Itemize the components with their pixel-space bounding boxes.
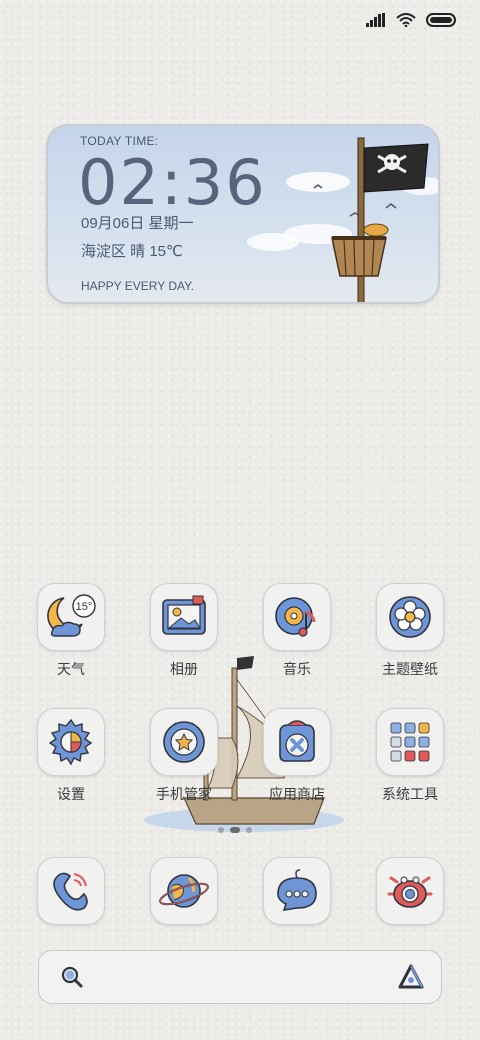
weather-temp: 15° <box>76 601 93 613</box>
page-dot[interactable] <box>246 827 252 833</box>
signal-icon <box>366 13 385 27</box>
status-bar <box>366 10 456 30</box>
app-tools-folder[interactable]: 系统工具 <box>355 708 465 804</box>
app-gallery[interactable]: 相册 <box>129 583 239 679</box>
app-label-store: 应用商店 <box>269 786 325 802</box>
app-label-settings: 设置 <box>57 786 85 802</box>
browser-icon[interactable] <box>150 857 218 925</box>
clock-widget[interactable]: TODAY TIME: 02:36 09月06日 星期一 海淀区 晴 15℃ H… <box>46 124 440 304</box>
settings-icon[interactable] <box>37 708 105 776</box>
dock-camera[interactable] <box>355 857 465 925</box>
widget-footer: HAPPY EVERY DAY. <box>81 279 194 293</box>
app-themes[interactable]: 主题壁纸 <box>355 583 465 679</box>
app-label-themes: 主题壁纸 <box>382 661 438 677</box>
widget-weather: 海淀区 晴 15℃ <box>81 243 183 260</box>
battery-icon <box>426 13 456 27</box>
music-icon[interactable] <box>263 583 331 651</box>
tools-folder-icon[interactable] <box>376 708 444 776</box>
assistant-icon[interactable] <box>397 963 425 991</box>
wifi-icon <box>396 13 416 27</box>
phone-icon[interactable] <box>37 857 105 925</box>
dock-phone[interactable] <box>16 857 126 925</box>
app-label-weather: 天气 <box>57 661 85 677</box>
app-store[interactable]: 应用商店 <box>242 708 352 804</box>
search-bar[interactable] <box>38 950 442 1004</box>
app-music[interactable]: 音乐 <box>242 583 352 679</box>
messages-icon[interactable] <box>263 857 331 925</box>
themes-icon[interactable] <box>376 583 444 651</box>
security-icon[interactable] <box>150 708 218 776</box>
app-label-music: 音乐 <box>283 661 311 677</box>
app-weather[interactable]: 15° 天气 <box>16 583 126 679</box>
page-dot-active[interactable] <box>230 827 240 833</box>
page-dot[interactable] <box>218 827 224 833</box>
app-settings[interactable]: 设置 <box>16 708 126 804</box>
app-label-security: 手机管家 <box>156 786 212 802</box>
pirate-mast-illustration <box>247 137 438 302</box>
app-store-icon[interactable] <box>263 708 331 776</box>
gallery-icon[interactable] <box>150 583 218 651</box>
app-security[interactable]: 手机管家 <box>129 708 239 804</box>
page-indicator[interactable] <box>218 826 264 834</box>
app-label-tools: 系统工具 <box>382 786 438 802</box>
dock-messages[interactable] <box>242 857 352 925</box>
weather-icon[interactable]: 15° <box>37 583 105 651</box>
search-icon[interactable] <box>59 964 85 990</box>
app-label-gallery: 相册 <box>170 661 198 677</box>
widget-date: 09月06日 星期一 <box>81 215 194 232</box>
camera-icon[interactable] <box>376 857 444 925</box>
dock-browser[interactable] <box>129 857 239 925</box>
